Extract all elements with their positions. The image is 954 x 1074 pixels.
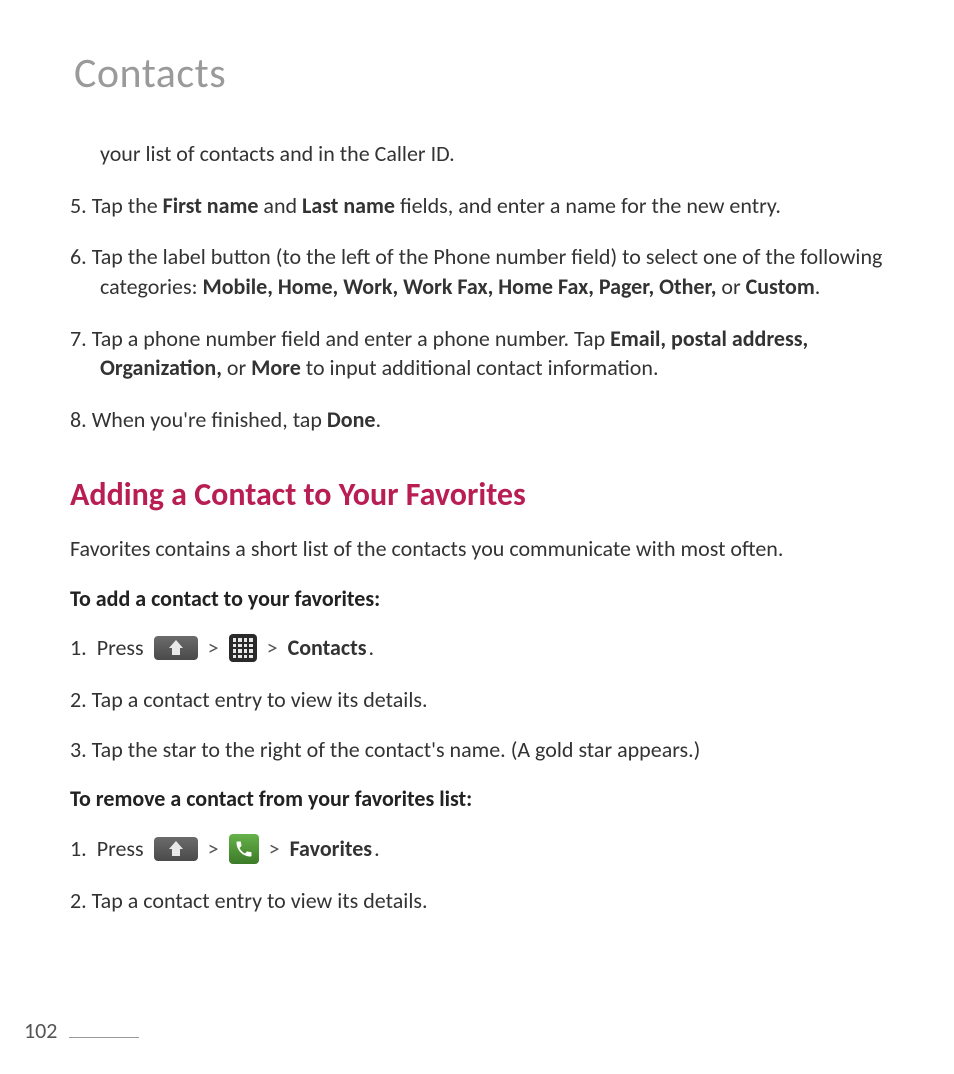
favorites-intro: Favorites contains a short list of the c… bbox=[70, 534, 894, 564]
text-fragment: . bbox=[375, 406, 381, 433]
chevron-right-icon: > bbox=[208, 633, 219, 663]
add-step-1: 1. Press > > Contacts. bbox=[70, 633, 894, 663]
step-8: 8. When you're finished, tap Done. bbox=[70, 405, 894, 435]
text-fragment: and bbox=[258, 192, 302, 219]
step-text: When you're finished, tap Done. bbox=[92, 406, 381, 433]
page-footer: 102 bbox=[24, 1017, 139, 1044]
bold-text: More bbox=[251, 354, 301, 381]
chevron-right-icon: > bbox=[267, 633, 278, 663]
step-6: 6. Tap the label button (to the left of … bbox=[70, 242, 894, 301]
section-title: Adding a Contact to Your Favorites bbox=[70, 473, 894, 516]
step-number: 5. bbox=[70, 192, 92, 219]
step-number: 1. bbox=[70, 633, 87, 663]
text-fragment: or bbox=[222, 354, 251, 381]
manual-page: Contacts your list of contacts and in th… bbox=[0, 0, 954, 1074]
text-fragment: Press bbox=[97, 633, 144, 663]
text-fragment: or bbox=[716, 273, 745, 300]
bold-text: Contacts bbox=[288, 633, 367, 663]
bold-text: Last name bbox=[302, 192, 395, 219]
text-fragment: Tap a phone number field and enter a pho… bbox=[92, 325, 610, 352]
chevron-right-icon: > bbox=[269, 834, 280, 864]
bold-text: Custom bbox=[746, 273, 815, 300]
step-5: 5. Tap the First name and Last name fiel… bbox=[70, 191, 894, 221]
remove-favorites-heading: To remove a contact from your favorites … bbox=[70, 784, 894, 814]
bold-text: Done bbox=[327, 406, 376, 433]
step-7: 7. Tap a phone number field and enter a … bbox=[70, 324, 894, 383]
step-text: Tap the First name and Last name fields,… bbox=[92, 192, 781, 219]
text-fragment: . bbox=[374, 834, 380, 864]
text-fragment: Press bbox=[97, 834, 144, 864]
apps-grid-icon bbox=[229, 634, 257, 662]
text-fragment: fields, and enter a name for the new ent… bbox=[395, 192, 781, 219]
remove-step-2: 2. Tap a contact entry to view its detai… bbox=[70, 886, 894, 916]
page-number: 102 bbox=[24, 1017, 57, 1044]
step-number: 6. bbox=[70, 243, 92, 270]
footer-rule bbox=[69, 1037, 139, 1038]
text-fragment: . bbox=[815, 273, 821, 300]
text-fragment: When you're finished, tap bbox=[92, 406, 327, 433]
chevron-right-icon: > bbox=[208, 834, 219, 864]
text-fragment: to input additional contact information. bbox=[301, 354, 659, 381]
step-number: 7. bbox=[70, 325, 92, 352]
continuation-text: your list of contacts and in the Caller … bbox=[100, 139, 894, 169]
home-icon bbox=[154, 837, 198, 861]
step-text: Tap the label button (to the left of the… bbox=[92, 243, 883, 300]
step-number: 8. bbox=[70, 406, 92, 433]
add-step-3: 3. Tap the star to the right of the cont… bbox=[70, 735, 894, 765]
chapter-title: Contacts bbox=[74, 48, 894, 99]
step-number: 1. bbox=[70, 834, 87, 864]
step-text: Tap a phone number field and enter a pho… bbox=[92, 325, 809, 382]
text-fragment: Tap the bbox=[92, 192, 163, 219]
bold-text: Mobile, Home, Work, Work Fax, Home Fax, … bbox=[202, 273, 716, 300]
body-content: your list of contacts and in the Caller … bbox=[70, 139, 894, 916]
add-favorites-heading: To add a contact to your favorites: bbox=[70, 584, 894, 614]
phone-icon bbox=[229, 834, 259, 864]
remove-step-1: 1. Press > > Favorites. bbox=[70, 834, 894, 864]
bold-text: First name bbox=[163, 192, 259, 219]
text-fragment: . bbox=[369, 633, 375, 663]
add-step-2: 2. Tap a contact entry to view its detai… bbox=[70, 685, 894, 715]
home-icon bbox=[154, 636, 198, 660]
bold-text: Favorites bbox=[290, 834, 373, 864]
